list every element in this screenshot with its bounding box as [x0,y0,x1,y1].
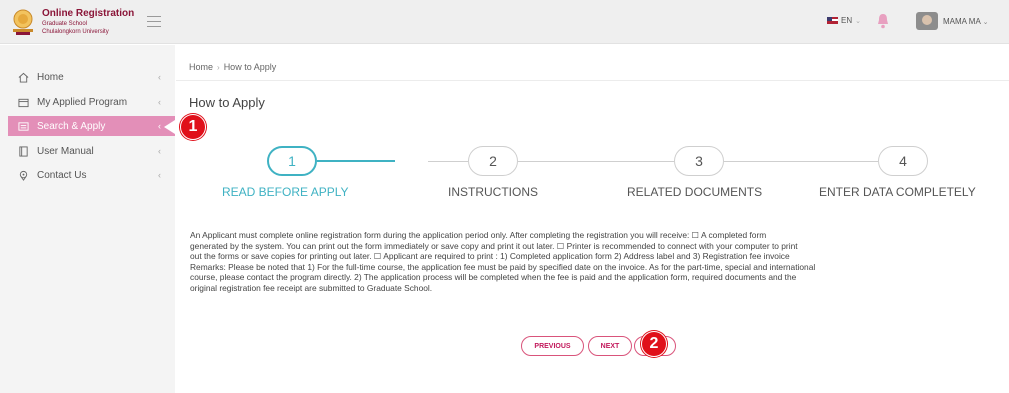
sidebar-item-home[interactable]: Home ‹ [8,67,175,87]
annotation-badge-1: 1 [180,114,206,140]
annotation-badge-2: 2 [641,331,667,357]
user-avatar[interactable] [916,12,938,30]
breadcrumb-divider [176,80,1009,81]
notification-bell-icon[interactable] [876,12,890,30]
home-icon [18,72,29,83]
step-1-label: READ BEFORE APPLY [222,185,349,199]
instructions-line: out the forms or save copies for printin… [190,251,790,262]
step-connector-2 [518,161,674,162]
step-2-label: INSTRUCTIONS [448,185,538,199]
brand-university: Chulalongkorn University [42,29,109,35]
brand-title: Online Registration [42,8,135,19]
sidebar-item-label: Contact Us [37,169,87,181]
previous-button[interactable]: PREVIOUS [521,336,584,356]
step-1-circle[interactable]: 1 [267,146,317,176]
step-3-circle[interactable]: 3 [674,146,724,176]
sidebar: Home ‹ My Applied Program ‹ Search & App… [0,45,175,393]
instructions-line: original registration fee receipt are su… [190,282,433,293]
step-number: 2 [489,153,497,169]
instructions-text: An Applicant must complete online regist… [190,230,1008,294]
step-number: 1 [288,153,296,169]
step-3-label: RELATED DOCUMENTS [627,185,763,199]
sidebar-item-search-apply[interactable]: Search & Apply ‹ [8,116,175,136]
step-connector-1b [428,161,468,162]
instructions-line: course, please contact the program direc… [190,272,797,283]
folder-icon [18,98,29,107]
step-number: 3 [695,153,703,169]
us-flag-icon [827,17,838,24]
chevron-down-icon: ⌄ [982,19,989,26]
sidebar-item-label: My Applied Program [37,96,128,108]
chevron-left-icon: ‹ [158,170,161,180]
step-4-label: ENTER DATA COMPLETELY [819,185,976,199]
breadcrumb-home[interactable]: Home [189,62,213,72]
search-grid-icon [18,121,29,131]
user-menu[interactable]: MAMA MA ⌄ [943,17,988,26]
breadcrumb-current: How to Apply [223,62,277,72]
instructions-line: generated by the system. You can print o… [190,240,798,251]
location-pin-icon [19,170,28,181]
sidebar-item-user-manual[interactable]: User Manual ‹ [8,141,175,161]
sidebar-item-label: User Manual [37,145,94,157]
username-label: MAMA MA [943,17,981,26]
breadcrumb-separator-icon: › [217,62,220,72]
next-button[interactable]: NEXT [588,336,632,356]
step-connector-3 [724,161,878,162]
breadcrumb: Home › How to Apply [189,62,276,72]
chevron-down-icon: ⌄ [855,17,861,25]
chevron-left-icon: ‹ [158,97,161,107]
chevron-left-icon: ‹ [158,72,161,82]
sidebar-item-label: Search & Apply [37,120,106,132]
sidebar-item-label: Home [37,71,64,83]
chevron-left-icon: ‹ [158,146,161,156]
page-title: How to Apply [189,95,265,110]
sidebar-item-contact-us[interactable]: Contact Us ‹ [8,165,175,185]
university-logo[interactable] [8,8,38,36]
step-number: 4 [899,153,907,169]
brand-subtitle: Graduate School [42,21,88,27]
menu-toggle-icon[interactable] [147,16,161,28]
language-selector[interactable]: EN ⌄ [827,16,861,25]
top-bar: Online Registration Graduate School Chul… [0,0,1009,44]
step-connector-1 [317,160,395,162]
book-icon [19,145,28,157]
step-2-circle[interactable]: 2 [468,146,518,176]
instructions-line: Remarks: Please be noted that 1) For the… [190,261,816,272]
active-item-pointer [164,120,175,134]
step-4-circle[interactable]: 4 [878,146,928,176]
sidebar-item-my-applied-program[interactable]: My Applied Program ‹ [8,92,175,112]
language-label: EN [841,16,853,25]
chevron-left-icon: ‹ [158,121,161,131]
instructions-line: An Applicant must complete online regist… [190,230,767,240]
